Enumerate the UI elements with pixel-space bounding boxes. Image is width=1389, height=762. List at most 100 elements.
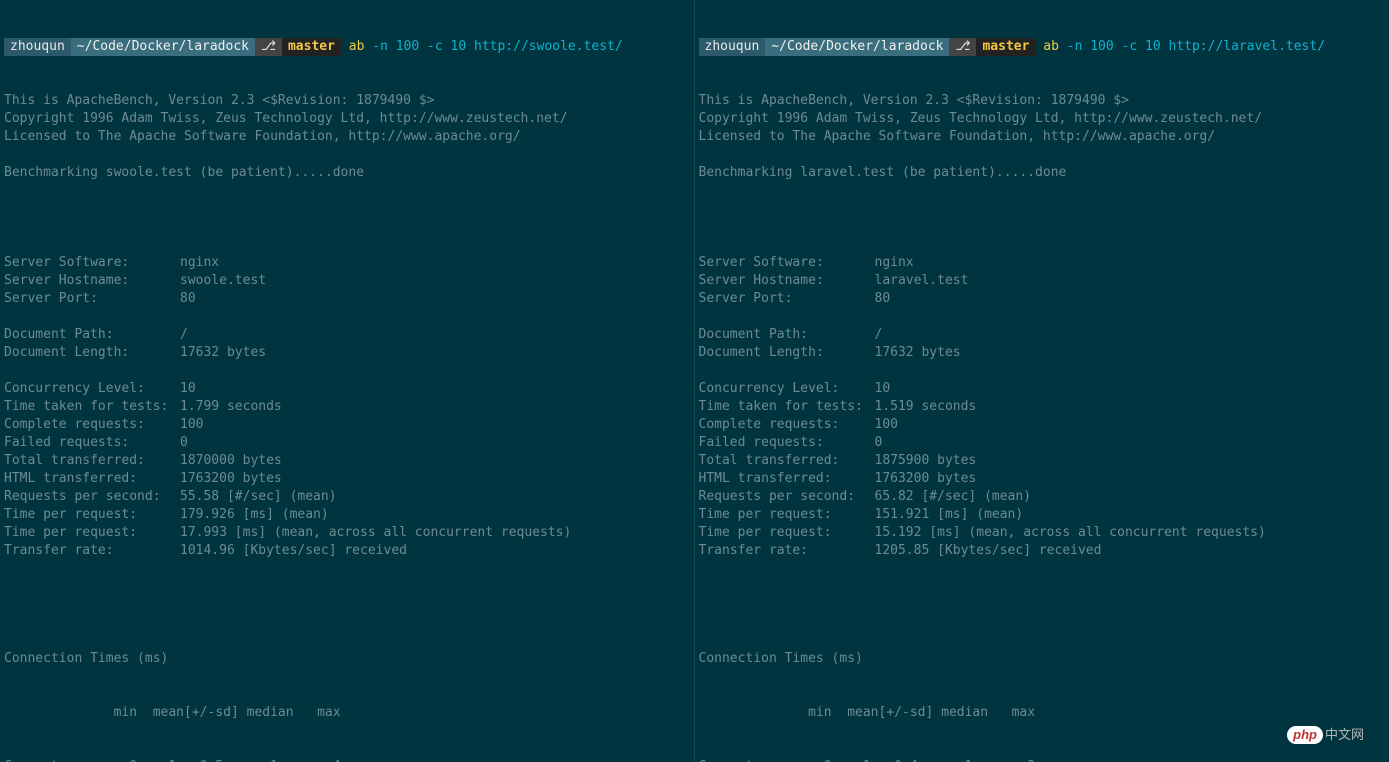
- stat-value: laravel.test: [875, 273, 969, 288]
- output-stats-right: Server Software:nginxServer Hostname:lar…: [699, 254, 1386, 560]
- stat-value: 1.519 seconds: [875, 399, 977, 414]
- stat-value: 1763200 bytes: [180, 471, 282, 486]
- stat-value: 80: [180, 291, 196, 306]
- stat-label: Document Length:: [699, 344, 875, 362]
- output-line: Benchmarking swoole.test (be patient)...…: [4, 164, 690, 182]
- stat-value: 80: [875, 291, 891, 306]
- stat-value: 10: [180, 381, 196, 396]
- stat-label: Time per request:: [4, 524, 180, 542]
- stat-label: Time taken for tests:: [4, 398, 180, 416]
- stat-row: Failed requests:0: [4, 434, 690, 452]
- terminal-split: zhouqun~/Code/Docker/laradock⎇master ab …: [0, 0, 1389, 762]
- stat-label: Requests per second:: [699, 488, 875, 506]
- prompt-user: zhouqun: [4, 38, 71, 56]
- output-line: [4, 308, 690, 326]
- stat-label: HTML transferred:: [4, 470, 180, 488]
- git-icon: ⎇: [949, 38, 976, 56]
- stat-label: Transfer rate:: [4, 542, 180, 560]
- stat-label: Failed requests:: [4, 434, 180, 452]
- stat-value: 17.993 [ms] (mean, across all concurrent…: [180, 525, 571, 540]
- stat-label: Time per request:: [699, 506, 875, 524]
- output-header-right: This is ApacheBench, Version 2.3 <$Revis…: [699, 92, 1386, 218]
- watermark: php中文网: [1287, 726, 1364, 744]
- output-line: [4, 146, 690, 164]
- stat-value: 65.82 [#/sec] (mean): [875, 489, 1032, 504]
- stat-value: /: [875, 327, 883, 342]
- stat-row: Requests per second:65.82 [#/sec] (mean): [699, 488, 1386, 506]
- stat-value: nginx: [180, 255, 219, 270]
- output-line: [699, 146, 1386, 164]
- stat-row: Concurrency Level:10: [4, 380, 690, 398]
- stat-value: 17632 bytes: [875, 345, 961, 360]
- command-args: -n 100 -c 10 http://laravel.test/: [1067, 39, 1325, 54]
- output-line: [4, 200, 690, 218]
- stat-value: 0: [875, 435, 883, 450]
- stat-label: Time taken for tests:: [699, 398, 875, 416]
- stat-row: Document Length:17632 bytes: [699, 344, 1386, 362]
- blank: [699, 596, 1386, 614]
- stat-label: HTML transferred:: [699, 470, 875, 488]
- output-line: Benchmarking laravel.test (be patient)..…: [699, 164, 1386, 182]
- command-name: ab: [349, 39, 365, 54]
- conn-rows-right: Connect: 0 1 0.4 1 3Processing: 41 137 2…: [699, 758, 1386, 762]
- stat-row: Server Port:80: [4, 290, 690, 308]
- stat-label: Transfer rate:: [699, 542, 875, 560]
- blank: [4, 596, 690, 614]
- watermark-text: 中文网: [1325, 727, 1364, 742]
- prompt-line: zhouqun~/Code/Docker/laradock⎇master ab …: [699, 38, 1386, 56]
- terminal-pane-left[interactable]: zhouqun~/Code/Docker/laradock⎇master ab …: [0, 0, 695, 762]
- prompt-branch: master: [282, 38, 341, 56]
- stat-row: Server Port:80: [699, 290, 1386, 308]
- output-line: Copyright 1996 Adam Twiss, Zeus Technolo…: [699, 110, 1386, 128]
- output-line: Copyright 1996 Adam Twiss, Zeus Technolo…: [4, 110, 690, 128]
- stat-label: Total transferred:: [699, 452, 875, 470]
- stat-label: Server Port:: [4, 290, 180, 308]
- prompt-line: zhouqun~/Code/Docker/laradock⎇master ab …: [4, 38, 690, 56]
- prompt-user: zhouqun: [699, 38, 766, 56]
- stat-row: HTML transferred:1763200 bytes: [4, 470, 690, 488]
- stat-value: 10: [875, 381, 891, 396]
- stat-label: Complete requests:: [699, 416, 875, 434]
- conn-title: Connection Times (ms): [4, 650, 690, 668]
- stat-row: Transfer rate:1014.96 [Kbytes/sec] recei…: [4, 542, 690, 560]
- output-stats-left: Server Software:nginxServer Hostname:swo…: [4, 254, 690, 560]
- output-line: Licensed to The Apache Software Foundati…: [699, 128, 1386, 146]
- stat-row: Server Hostname:swoole.test: [4, 272, 690, 290]
- output-line: Connect: 0 1 0.4 1 3: [699, 758, 1386, 762]
- stat-value: 1763200 bytes: [875, 471, 977, 486]
- stat-row: Transfer rate:1205.85 [Kbytes/sec] recei…: [699, 542, 1386, 560]
- output-line: Connect: 0 1 0.5 1 4: [4, 758, 690, 762]
- stat-value: 0: [180, 435, 188, 450]
- conn-header: min mean[+/-sd] median max: [699, 704, 1386, 722]
- stat-row: Document Path:/: [4, 326, 690, 344]
- stat-row: Complete requests:100: [4, 416, 690, 434]
- stat-row: Time per request:17.993 [ms] (mean, acro…: [4, 524, 690, 542]
- terminal-pane-right[interactable]: zhouqun~/Code/Docker/laradock⎇master ab …: [695, 0, 1389, 762]
- stat-value: 100: [180, 417, 203, 432]
- stat-row: Time taken for tests:1.519 seconds: [699, 398, 1386, 416]
- stat-label: Server Hostname:: [4, 272, 180, 290]
- output-line: This is ApacheBench, Version 2.3 <$Revis…: [699, 92, 1386, 110]
- command-args: -n 100 -c 10 http://swoole.test/: [372, 39, 622, 54]
- stat-value: 15.192 [ms] (mean, across all concurrent…: [875, 525, 1266, 540]
- stat-row: Complete requests:100: [699, 416, 1386, 434]
- stat-label: Time per request:: [4, 506, 180, 524]
- stat-row: Server Software:nginx: [699, 254, 1386, 272]
- output-line: [699, 200, 1386, 218]
- stat-value: 1205.85 [Kbytes/sec] received: [875, 543, 1102, 558]
- stat-row: Time per request:151.921 [ms] (mean): [699, 506, 1386, 524]
- prompt-path: ~/Code/Docker/laradock: [765, 38, 949, 56]
- stat-label: Total transferred:: [4, 452, 180, 470]
- stat-row: Total transferred:1870000 bytes: [4, 452, 690, 470]
- stat-value: 1875900 bytes: [875, 453, 977, 468]
- stat-row: HTML transferred:1763200 bytes: [699, 470, 1386, 488]
- conn-title: Connection Times (ms): [699, 650, 1386, 668]
- stat-value: nginx: [875, 255, 914, 270]
- stat-row: Time per request:15.192 [ms] (mean, acro…: [699, 524, 1386, 542]
- stat-label: Server Port:: [699, 290, 875, 308]
- stat-row: Time taken for tests:1.799 seconds: [4, 398, 690, 416]
- output-line: This is ApacheBench, Version 2.3 <$Revis…: [4, 92, 690, 110]
- stat-label: Document Length:: [4, 344, 180, 362]
- output-line: Licensed to The Apache Software Foundati…: [4, 128, 690, 146]
- output-line: [699, 362, 1386, 380]
